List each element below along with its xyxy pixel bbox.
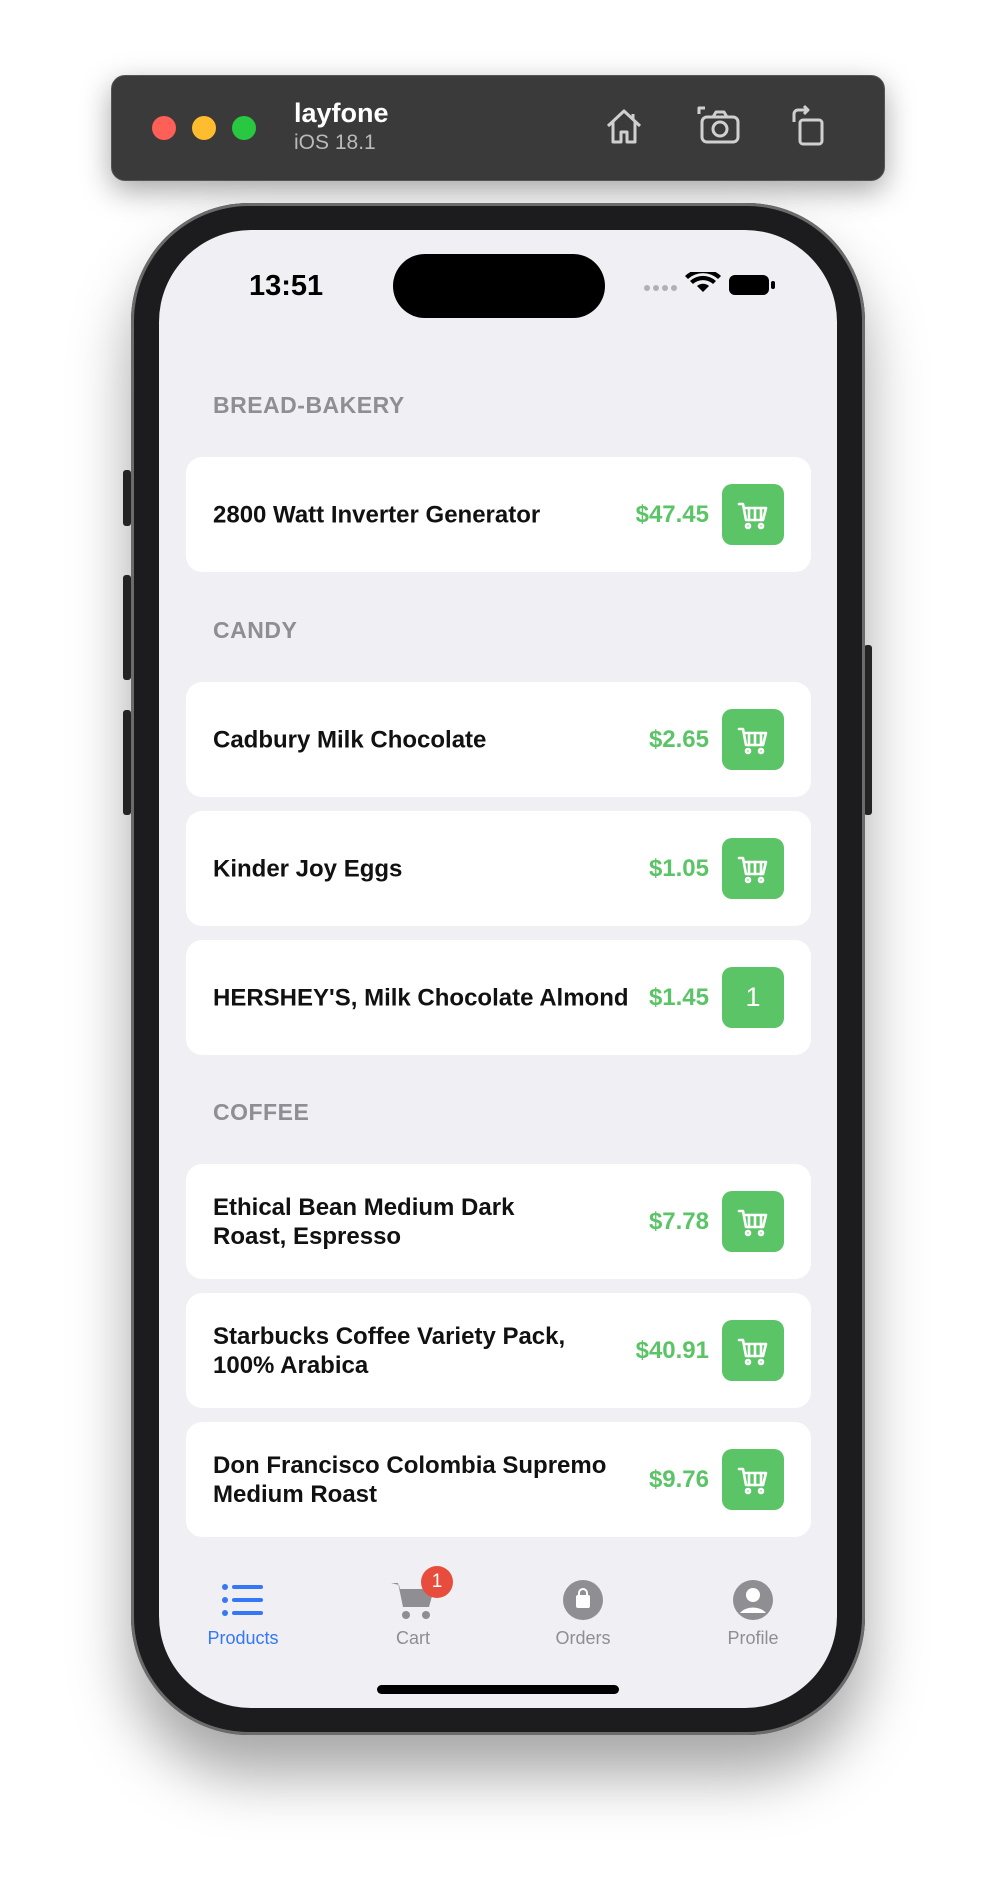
product-name: Ethical Bean Medium Dark Roast, Espresso [213,1193,515,1250]
mute-switch [123,470,131,526]
simulator-os-version: iOS 18.1 [294,131,376,154]
home-icon[interactable] [600,102,648,150]
product-price: $7.78 [648,1207,709,1235]
simulator-title-bar [111,75,885,181]
device-screen: 13:51 BREAD-BAKERY 2800 Watt Inverter Ge… [159,230,837,1708]
simulator-app-name: layfone [294,98,389,128]
product-row[interactable]: HERSHEY'S, Milk Chocolate Almond $1.45 1 [186,940,811,1055]
product-price: $9.76 [648,1465,709,1493]
section-header-coffee: COFFEE [213,1099,310,1125]
product-row[interactable]: Cadbury Milk Chocolate $2.65 [186,682,811,797]
product-name: Don Francisco Colombia Supremo Medium Ro… [213,1451,607,1508]
battery-icon [729,275,775,295]
product-row[interactable]: Don Francisco Colombia Supremo Medium Ro… [186,1422,811,1537]
cart-icon [737,727,768,754]
list-icon [222,1584,263,1616]
product-name: Kinder Joy Eggs [213,855,403,882]
tab-label: Cart [395,1628,430,1648]
tab-label: Profile [727,1628,779,1648]
add-to-cart-button[interactable] [722,1191,784,1252]
cart-icon [737,502,768,529]
product-row[interactable]: 2800 Watt Inverter Generator $47.45 [186,457,811,572]
status-icons [644,272,775,295]
product-price: $2.65 [648,725,709,753]
add-to-cart-button[interactable] [722,484,784,545]
home-indicator[interactable] [377,1685,619,1694]
close-window-button[interactable] [152,116,176,140]
cart-badge: 1 [421,1566,453,1598]
rotate-icon[interactable] [786,102,834,150]
tab-products[interactable]: Products [183,1578,303,1649]
cart-icon [737,1467,768,1494]
product-name: HERSHEY'S, Milk Chocolate Almond [213,984,629,1011]
tab-orders[interactable]: Orders [523,1578,643,1649]
product-price: $1.05 [648,854,709,882]
tab-label: Orders [555,1628,611,1648]
cart-icon [737,856,768,883]
product-row[interactable]: Kinder Joy Eggs $1.05 [186,811,811,926]
status-time: 13:51 [249,270,324,302]
add-to-cart-button[interactable] [722,1449,784,1510]
wifi-icon [685,272,721,292]
add-to-cart-button[interactable] [722,1320,784,1381]
section-header-candy: CANDY [213,617,298,643]
product-price: $47.45 [635,500,709,528]
add-to-cart-button[interactable] [722,838,784,899]
tab-label: Products [207,1628,279,1648]
dynamic-island [393,254,605,318]
power-button [864,645,872,815]
tab-cart[interactable]: 1 Cart [353,1566,473,1649]
add-to-cart-button[interactable] [722,709,784,770]
volume-down-button [123,710,131,815]
cart-icon [737,1338,768,1365]
cellular-icon [644,285,677,291]
section-header-bread-bakery: BREAD-BAKERY [213,392,405,418]
product-name: Cadbury Milk Chocolate [213,726,487,753]
product-name: 2800 Watt Inverter Generator [213,501,541,528]
cart-icon [737,1209,768,1236]
product-price: $1.45 [648,983,709,1011]
product-name: Starbucks Coffee Variety Pack, 100% Arab… [213,1322,566,1379]
product-row[interactable]: Ethical Bean Medium Dark Roast, Espresso… [186,1164,811,1279]
zoom-window-button[interactable] [232,116,256,140]
product-price: $40.91 [635,1336,709,1364]
bag-icon [563,1580,603,1620]
product-row[interactable]: Starbucks Coffee Variety Pack, 100% Arab… [186,1293,811,1408]
cart-quantity-button[interactable]: 1 [722,967,784,1028]
person-icon [733,1580,773,1620]
minimize-window-button[interactable] [192,116,216,140]
tab-profile[interactable]: Profile [693,1578,813,1649]
screenshot-icon[interactable] [696,102,744,150]
volume-up-button [123,575,131,680]
